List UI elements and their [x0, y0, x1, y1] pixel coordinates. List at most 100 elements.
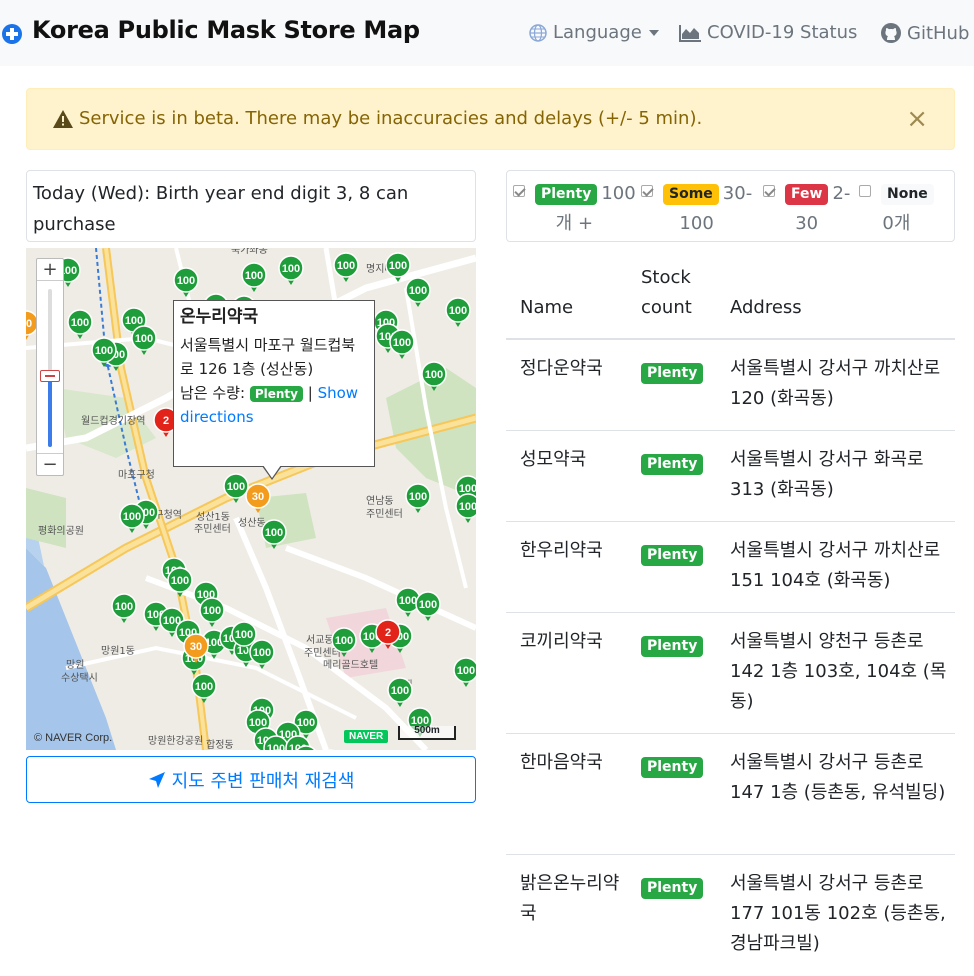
filter-none[interactable]: None 0개 [859, 179, 934, 239]
store-popup: 온누리약국 서울특별시 마포구 월드컵북로 126 1층 (성산동) 남은 수량… [173, 300, 375, 480]
filter-none-checkbox[interactable] [859, 185, 871, 197]
filter-some-range-end: 100 [679, 213, 714, 234]
area-chart-icon [679, 24, 701, 42]
chevron-down-icon [648, 29, 659, 36]
store-name-cell: 밝은온누리약국 [520, 873, 620, 924]
zoom-out-button[interactable]: − [37, 453, 63, 475]
svg-text:100: 100 [389, 260, 407, 272]
map-place-label: 마포구청 [118, 469, 155, 481]
svg-text:100: 100 [71, 317, 89, 329]
zoom-control: + − [36, 258, 64, 476]
map-place-label: 망원 [66, 659, 84, 671]
store-address-cell: 서울특별시 강서구 까치산로 120 (화곡동) [730, 358, 941, 409]
zoom-slider-track[interactable] [48, 289, 52, 447]
popup-remain-label: 남은 수량: [180, 384, 246, 402]
svg-text:2: 2 [385, 627, 391, 639]
stock-filter-bar: Plenty 100 개 + Some 30- 100 Few 2- 30 None … [506, 170, 955, 242]
svg-text:100: 100 [459, 501, 476, 513]
svg-text:100: 100 [227, 481, 245, 493]
store-address-cell: 서울특별시 양천구 등촌로 142 1층 103호, 104호 (목동) [730, 631, 947, 712]
map-place-label: 평화의공원 [38, 525, 84, 537]
store-address-cell: 서울특별시 강서구 화곡로 313 (화곡동) [730, 449, 924, 500]
column-header-address[interactable]: Address [730, 293, 802, 323]
close-icon[interactable]: × [906, 106, 928, 132]
research-nearby-button[interactable]: 지도 주변 판매처 재검색 [26, 756, 476, 803]
table-row[interactable]: 성모약국 Plenty 서울특별시 강서구 화곡로 313 (화곡동) [506, 431, 955, 522]
map-place-label: 수상택시 [61, 672, 98, 684]
github-label: GitHub [907, 22, 970, 44]
svg-text:100: 100 [419, 599, 437, 611]
filter-some-checkbox[interactable] [641, 185, 653, 197]
table-row[interactable]: 한마음약국 Plenty 서울특별시 강서구 등촌로 147 1층 (등촌동, … [506, 734, 955, 855]
stock-badge: Plenty [641, 362, 704, 384]
filter-few[interactable]: Few 2- 30 [763, 179, 850, 239]
research-nearby-label: 지도 주변 판매처 재검색 [171, 770, 355, 792]
zoom-slider-handle[interactable] [40, 369, 60, 382]
map-copyright: © NAVER Corp. [34, 732, 113, 744]
filter-few-checkbox[interactable] [763, 185, 775, 197]
svg-text:100: 100 [171, 575, 189, 587]
svg-text:100: 100 [253, 647, 271, 659]
store-name-cell: 한마음약국 [520, 752, 603, 773]
popup-address: 서울특별시 마포구 월드컵북로 126 1층 (성산동) [180, 336, 356, 378]
table-row[interactable]: 밝은온누리약국 Plenty 서울특별시 강서구 등촌로 177 101동 10… [506, 855, 955, 976]
store-address-cell: 서울특별시 강서구 등촌로 177 101동 102호 (등촌동, 경남파크빌) [730, 873, 946, 954]
filter-some[interactable]: Some 30- 100 [641, 179, 752, 239]
github-icon [881, 23, 901, 43]
alert-message: Service is in beta. There may be inaccur… [79, 108, 703, 129]
map-place-label: 메리골드호텔 [323, 659, 378, 671]
map-place-label: 주민센터 [194, 523, 231, 535]
svg-text:100: 100 [425, 369, 443, 381]
store-name-cell: 정다운약국 [520, 358, 603, 379]
naver-logo: NAVER [344, 730, 389, 743]
filter-plenty-badge: Plenty [535, 183, 598, 205]
column-header-stock[interactable]: Stock count [641, 263, 701, 323]
svg-text:100: 100 [391, 685, 409, 697]
github-link[interactable]: GitHub [880, 22, 969, 44]
store-address-cell: 서울특별시 강서구 등촌로 147 1층 (등촌동, 유석빌딩) [730, 752, 946, 803]
zoom-slider-fill [48, 375, 52, 447]
popup-separator: | [307, 384, 313, 402]
table-row[interactable]: 한우리약국 Plenty 서울특별시 강서구 까치산로 151 104호 (화곡… [506, 522, 955, 613]
svg-text:100: 100 [409, 491, 427, 503]
svg-text:100: 100 [267, 743, 285, 750]
svg-text:100: 100 [409, 285, 427, 297]
store-name-cell: 성모약국 [520, 449, 587, 470]
map-place-label: 연남동 [366, 495, 394, 507]
globe-icon [529, 23, 547, 42]
map-scale-bar: 500m [398, 726, 456, 740]
language-label: Language [553, 22, 642, 43]
covid-status-label: COVID-19 Status [707, 22, 858, 43]
svg-text:100: 100 [95, 345, 113, 357]
filter-few-range-end: 30 [795, 213, 819, 234]
purchase-rule-box: Today (Wed): Birth year end digit 3, 8 c… [26, 170, 476, 242]
svg-text:100: 100 [335, 635, 353, 647]
filter-plenty-checkbox[interactable] [513, 185, 525, 197]
brand-title[interactable]: Korea Public Mask Store Map [32, 16, 420, 44]
svg-text:100: 100 [245, 270, 263, 282]
svg-text:100: 100 [135, 333, 153, 345]
filter-plenty[interactable]: Plenty 100 개 + [513, 179, 636, 239]
filter-some-qty: 30- [722, 183, 753, 204]
map-place-label: 월드컵경기장역 [81, 414, 145, 427]
svg-text:100: 100 [459, 483, 476, 495]
table-row[interactable]: 정다운약국 Plenty 서울특별시 강서구 까치산로 120 (화곡동) [506, 340, 955, 431]
zoom-in-button[interactable]: + [37, 259, 63, 281]
warning-icon [53, 110, 73, 128]
location-arrow-icon [148, 771, 165, 788]
stock-badge: Plenty [641, 877, 704, 899]
svg-text:100: 100 [282, 263, 300, 275]
svg-text:100: 100 [115, 601, 133, 613]
map-place-label: 망원한강공원 [148, 735, 203, 747]
language-dropdown[interactable]: Language [528, 22, 659, 43]
svg-text:100: 100 [399, 595, 417, 607]
beta-alert: Service is in beta. There may be inaccur… [26, 88, 955, 150]
filter-none-qty: 0개 [882, 213, 911, 234]
stock-badge: Plenty [641, 453, 704, 475]
table-row[interactable]: 코끼리약국 Plenty 서울특별시 양천구 등촌로 142 1층 103호, … [506, 613, 955, 734]
covid-status-link[interactable]: COVID-19 Status [678, 22, 857, 43]
svg-text:100: 100 [203, 605, 221, 617]
column-header-name[interactable]: Name [520, 293, 573, 323]
table-header: Name Stock count Address [506, 248, 955, 340]
svg-text:100: 100 [337, 260, 355, 272]
